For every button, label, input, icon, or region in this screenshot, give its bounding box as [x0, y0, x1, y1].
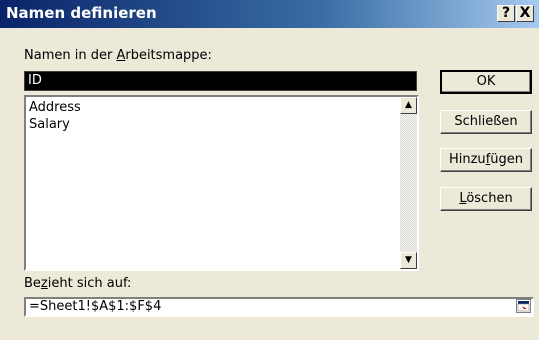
arrow-down-icon: ▼	[405, 255, 412, 265]
define-names-dialog: Namen definieren ? X Namen in der Arbeit…	[0, 0, 539, 340]
close-window-button[interactable]: X	[516, 5, 534, 22]
help-button[interactable]: ?	[497, 5, 515, 22]
scroll-up-button[interactable]: ▲	[400, 97, 417, 114]
add-button[interactable]: Hinzufügen	[440, 148, 532, 172]
close-button[interactable]: Schließen	[440, 110, 532, 134]
list-item[interactable]: Address	[29, 99, 81, 116]
ok-button[interactable]: OK	[440, 70, 532, 94]
names-list-items: Address Salary	[29, 99, 81, 133]
vertical-scrollbar[interactable]: ▲ ▼	[400, 97, 417, 269]
names-list[interactable]: Address Salary ▲ ▼	[24, 95, 419, 271]
window-title: Namen definieren	[6, 4, 157, 22]
name-input-value: ID	[28, 73, 42, 88]
collapse-dialog-icon[interactable]	[516, 299, 531, 313]
refers-to-input[interactable]: =Sheet1!$A$1:$F$4	[24, 297, 534, 317]
title-bar[interactable]: Namen definieren ? X	[0, 0, 539, 28]
scroll-down-button[interactable]: ▼	[400, 252, 417, 269]
name-input[interactable]: ID	[24, 71, 417, 91]
list-item[interactable]: Salary	[29, 116, 81, 133]
refers-to-label: Bezieht sich auf:	[24, 276, 132, 291]
collapse-dialog-glyph	[517, 301, 530, 312]
names-in-workbook-label: Namen in der Arbeitsmappe:	[24, 48, 212, 63]
delete-button[interactable]: Löschen	[440, 187, 532, 211]
refers-to-value: =Sheet1!$A$1:$F$4	[29, 299, 162, 314]
arrow-up-icon: ▲	[405, 100, 412, 110]
